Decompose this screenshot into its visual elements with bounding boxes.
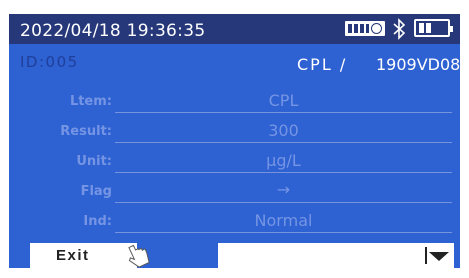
exit-button[interactable]: Exit (30, 243, 137, 268)
item-value: CPL (268, 91, 299, 110)
battery-icon (414, 19, 453, 37)
indication-label: Ind: (83, 214, 112, 229)
sim-battery-icon (345, 21, 385, 36)
unit-value: μg/L (266, 151, 301, 170)
flag-label: Flag (80, 184, 112, 199)
row-divider (115, 142, 452, 143)
indication-value: Normal (254, 211, 313, 230)
sample-id: ID:005 (20, 53, 79, 71)
bluetooth-icon (393, 18, 406, 40)
dropdown-divider (425, 247, 427, 264)
result-value: 300 (268, 121, 299, 140)
flag-value: → (276, 180, 291, 199)
item-label: Ltem: (69, 94, 112, 109)
hand-pointer-icon (128, 244, 150, 268)
lot-code: 1909VD080 (376, 55, 469, 74)
unit-label: Unit: (76, 154, 112, 169)
result-label: Result: (60, 124, 112, 139)
print-select-dropdown[interactable] (218, 243, 454, 268)
datetime-display: 2022/04/18 19:36:35 (20, 21, 206, 41)
row-divider (115, 172, 452, 173)
exit-button-label: Exit (56, 247, 90, 264)
row-divider (115, 112, 452, 113)
row-divider (115, 202, 452, 203)
test-item-header: CPL / (297, 55, 348, 74)
chevron-down-icon[interactable] (429, 252, 449, 261)
row-divider (115, 232, 452, 233)
